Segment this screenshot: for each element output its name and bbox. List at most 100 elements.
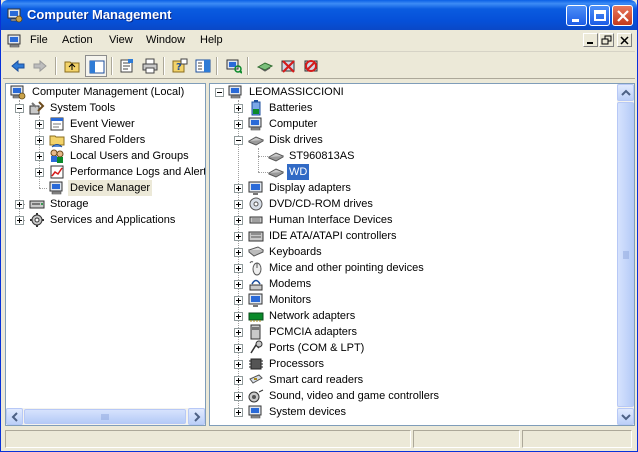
- scan-hardware-button[interactable]: [223, 55, 245, 77]
- tree-node-label: IDE ATA/ATAPI controllers: [269, 230, 397, 242]
- tree-node-label: Computer: [269, 118, 318, 130]
- pcmcia-icon: [250, 324, 261, 340]
- expand-toggle[interactable]: [234, 184, 243, 193]
- restore-icon: [601, 35, 612, 45]
- tree-node-label: Network adapters: [269, 310, 356, 322]
- network-adapter-icon: [248, 312, 264, 322]
- monitor-icon: [248, 293, 263, 307]
- vertical-scrollbar[interactable]: [617, 84, 634, 425]
- collapse-toggle[interactable]: [234, 136, 243, 145]
- maximize-button[interactable]: [589, 5, 610, 26]
- expand-toggle[interactable]: [234, 104, 243, 113]
- storage-icon: [29, 200, 45, 209]
- child-minimize-button[interactable]: [583, 33, 598, 47]
- tree-node-label: DVD/CD-ROM drives: [269, 198, 373, 210]
- tree-node-label: Sound, video and game controllers: [269, 390, 439, 402]
- tree-node-label: Monitors: [269, 294, 312, 306]
- print-button[interactable]: [139, 55, 161, 77]
- status-panel: [413, 430, 520, 448]
- menu-help[interactable]: Help: [200, 34, 223, 46]
- arrow-left-icon: [11, 412, 18, 422]
- minimize-icon: [587, 42, 593, 44]
- update-driver-button[interactable]: [254, 55, 276, 77]
- expand-toggle[interactable]: [15, 216, 24, 225]
- users-icon: [50, 149, 64, 163]
- computer-icon: [248, 117, 262, 131]
- expand-toggle[interactable]: [35, 136, 44, 145]
- show-hide-console-tree-button[interactable]: [85, 55, 107, 77]
- tree-node-label: Human Interface Devices: [269, 214, 393, 226]
- menu-window[interactable]: Window: [146, 34, 185, 46]
- title-bar[interactable]: Computer Management: [1, 0, 637, 30]
- expand-toggle[interactable]: [234, 232, 243, 241]
- tree-node-label: LEOMASSICCIONI: [249, 86, 344, 98]
- expand-toggle[interactable]: [234, 328, 243, 337]
- expand-toggle[interactable]: [234, 216, 243, 225]
- menu-view[interactable]: View: [109, 34, 133, 46]
- scroll-right-button[interactable]: [188, 408, 205, 425]
- close-button[interactable]: [612, 5, 633, 26]
- scroll-down-button[interactable]: [617, 408, 634, 425]
- properties-button[interactable]: [116, 55, 138, 77]
- computer-management-icon: [10, 85, 26, 100]
- expand-toggle[interactable]: [234, 360, 243, 369]
- child-close-button[interactable]: [617, 33, 632, 47]
- help-button[interactable]: ?: [169, 55, 191, 77]
- expand-toggle[interactable]: [234, 296, 243, 305]
- dvd-drive-icon: [249, 197, 263, 211]
- uninstall-button[interactable]: [277, 55, 299, 77]
- expand-toggle[interactable]: [35, 168, 44, 177]
- collapse-toggle[interactable]: [215, 88, 224, 97]
- expand-toggle[interactable]: [15, 200, 24, 209]
- grip-icon: [101, 413, 109, 420]
- expand-toggle[interactable]: [234, 248, 243, 257]
- tree-node-label: Shared Folders: [70, 134, 146, 146]
- expand-toggle[interactable]: [234, 344, 243, 353]
- minimize-button[interactable]: [566, 5, 587, 26]
- scan-hardware-icon: [226, 59, 242, 74]
- scroll-up-button[interactable]: [617, 84, 634, 101]
- status-panel: [522, 430, 632, 448]
- expand-toggle[interactable]: [234, 120, 243, 129]
- forward-button[interactable]: [29, 55, 51, 77]
- disable-button[interactable]: [300, 55, 322, 77]
- mouse-icon: [249, 261, 262, 276]
- update-driver-icon: [257, 62, 273, 72]
- child-restore-button[interactable]: [599, 33, 614, 47]
- console-tree-pane[interactable]: Computer Management (Local) System Tools…: [5, 83, 206, 426]
- expand-toggle[interactable]: [35, 120, 44, 129]
- expand-toggle[interactable]: [234, 392, 243, 401]
- disk-drive-icon: [268, 152, 284, 162]
- expand-toggle[interactable]: [234, 312, 243, 321]
- details-pane[interactable]: LEOMASSICCIONI Batteries Computer Disk d…: [209, 83, 635, 426]
- horizontal-scroll-thumb[interactable]: [24, 409, 186, 424]
- expand-toggle[interactable]: [35, 152, 44, 161]
- printer-icon: [142, 58, 158, 74]
- toolbar-separator: [111, 57, 113, 75]
- menu-file[interactable]: File: [30, 34, 48, 46]
- expand-toggle[interactable]: [234, 280, 243, 289]
- expand-toggle[interactable]: [234, 408, 243, 417]
- arrow-right-icon: [194, 412, 201, 422]
- uninstall-icon: [281, 60, 295, 73]
- horizontal-scrollbar[interactable]: [6, 408, 205, 425]
- show-hide-action-pane-button[interactable]: [192, 55, 214, 77]
- collapse-toggle[interactable]: [15, 104, 24, 113]
- expand-toggle[interactable]: [234, 200, 243, 209]
- expand-toggle[interactable]: [234, 376, 243, 385]
- expand-toggle[interactable]: [234, 264, 243, 273]
- menu-action[interactable]: Action: [62, 34, 93, 46]
- tree-node-label: Modems: [269, 278, 312, 290]
- properties-icon: [120, 59, 133, 73]
- folder-up-icon: [64, 61, 80, 73]
- back-button[interactable]: [7, 55, 29, 77]
- maximize-icon: [594, 10, 606, 21]
- tree-connector: [39, 188, 47, 189]
- scroll-left-button[interactable]: [6, 408, 23, 425]
- up-one-level-button[interactable]: [61, 55, 83, 77]
- sound-icon: [248, 389, 264, 403]
- console-icon[interactable]: [7, 33, 23, 49]
- console-tree-icon: [89, 60, 105, 74]
- tree-node-label: ST960813AS: [289, 150, 355, 162]
- vertical-scroll-thumb[interactable]: [617, 102, 634, 407]
